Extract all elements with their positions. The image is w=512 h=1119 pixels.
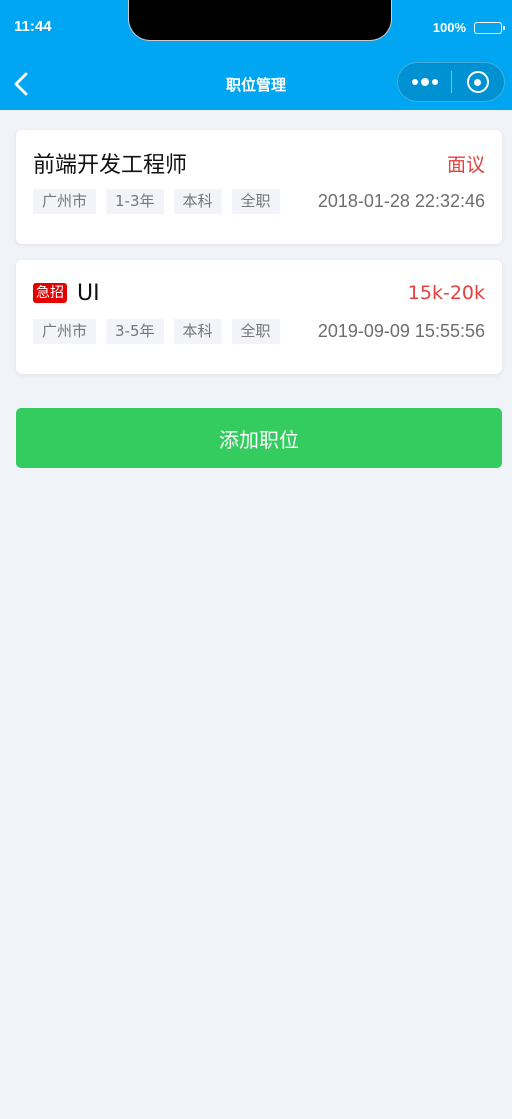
job-timestamp: 2018-01-28 22:32:46 xyxy=(317,191,485,211)
more-button[interactable] xyxy=(398,63,451,101)
more-dots-icon xyxy=(411,79,418,85)
battery-icon xyxy=(474,21,505,34)
job-card[interactable]: 急招 UI 15k-20k 广州市 3-5年 本科 全职 2019-09-09 … xyxy=(16,260,502,374)
job-card[interactable]: 前端开发工程师 面议 广州市 1-3年 本科 全职 2018-01-28 22:… xyxy=(16,130,502,244)
job-tags: 广州市 1-3年 本科 全职 xyxy=(33,189,280,214)
tag-education: 本科 xyxy=(173,189,222,214)
device-notch xyxy=(128,0,392,41)
job-title: 前端开发工程师 xyxy=(33,153,188,178)
job-salary: 15k-20k xyxy=(407,282,485,304)
tag-job-type: 全职 xyxy=(231,189,280,214)
tag-job-type: 全职 xyxy=(231,319,280,344)
tag-experience: 1-3年 xyxy=(106,189,164,214)
app-header: 11:44 100% 职位管理 xyxy=(0,0,512,110)
job-tags: 广州市 3-5年 本科 全职 xyxy=(33,319,280,344)
job-salary: 面议 xyxy=(446,153,485,176)
battery-percent: 100% xyxy=(432,20,466,35)
tag-location: 广州市 xyxy=(33,319,97,344)
close-button[interactable] xyxy=(452,63,504,101)
tag-experience: 3-5年 xyxy=(106,319,164,344)
urgent-badge: 急招 xyxy=(33,283,67,303)
job-title: UI xyxy=(77,280,100,306)
tag-education: 本科 xyxy=(173,319,222,344)
battery-indicator: 100% xyxy=(432,20,505,35)
target-circle-icon xyxy=(466,71,489,93)
status-time: 11:44 xyxy=(14,18,52,35)
tag-location: 广州市 xyxy=(33,189,97,214)
job-timestamp: 2019-09-09 15:55:56 xyxy=(317,321,485,341)
add-job-button[interactable]: 添加职位 xyxy=(16,408,502,468)
mini-program-capsule xyxy=(397,62,505,102)
